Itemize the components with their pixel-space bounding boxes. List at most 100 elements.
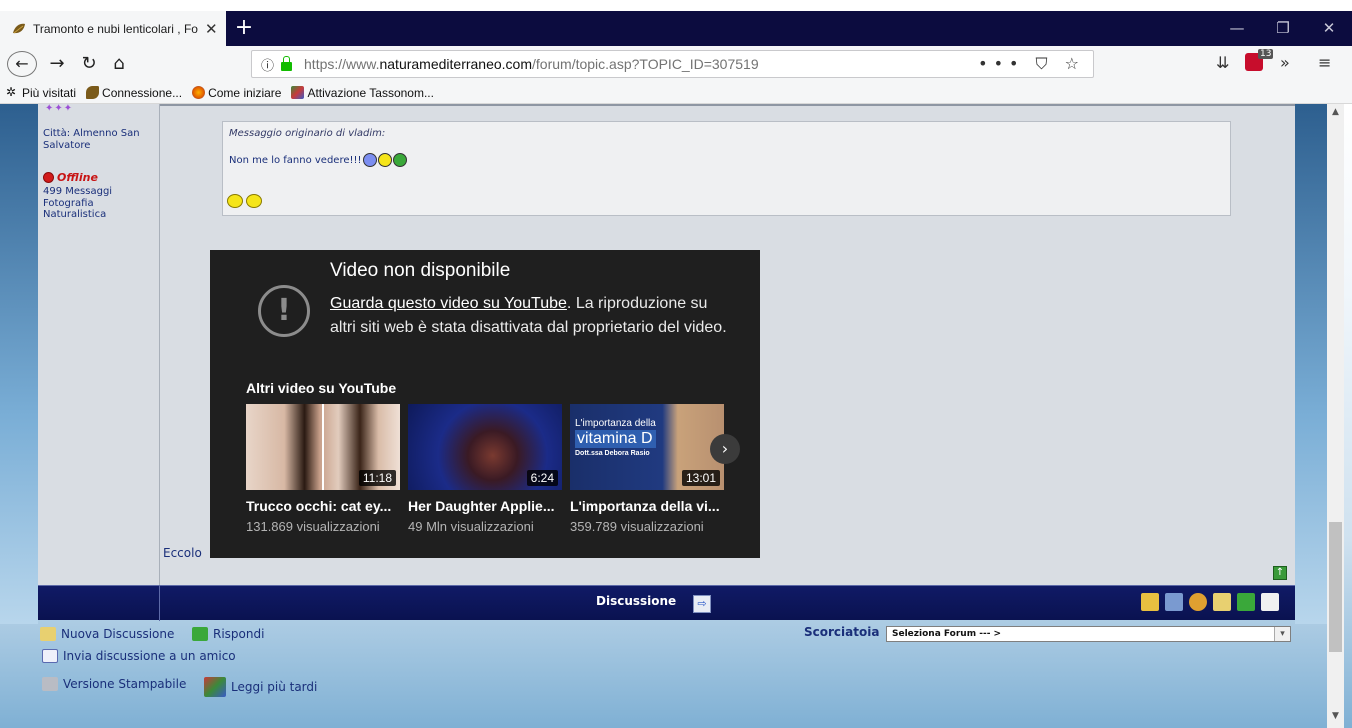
video-views-1: 131.869 visualizzazioni [246,519,380,534]
tab-title: Tramonto e nubi lenticolari , Fo [33,21,198,36]
close-window-button[interactable]: ✕ [1306,11,1352,46]
page-actions-icon[interactable]: ••• ⛉ ☆ [978,54,1085,74]
discussion-bar-separator [159,586,160,621]
video-duration: 6:24 [526,470,558,486]
offline-icon [43,172,54,183]
video-thumbnail-1[interactable]: 11:18 [246,404,400,490]
more-videos-label: Altri video su YouTube [246,380,397,396]
video-title-2[interactable]: Her Daughter Applie... [408,498,562,514]
reply-link[interactable]: Rispondi [192,627,264,641]
new-topic-icon [40,627,56,641]
video-thumbnail-2[interactable]: 6:24 [408,404,562,490]
gear-icon: ✲ [6,85,17,99]
back-button[interactable]: ← [7,51,37,77]
sad-smiley-icon [362,153,377,167]
delete-topic-icon[interactable] [1189,593,1207,611]
info-icon[interactable]: ⓘ [261,55,274,74]
author-city: Città: Almenno San Salvatore [43,128,140,151]
lock-icon[interactable] [281,55,293,71]
scroll-down-icon[interactable]: ▼ [1327,708,1344,725]
wink-smiley-icon [227,194,243,208]
edit-topic-icon[interactable] [1213,593,1231,611]
scrollbar-thumb[interactable] [1329,522,1342,652]
send-icon [42,649,58,663]
leaf-icon [86,86,100,99]
url-text: https://www.naturamediterraneo.com/forum… [304,56,759,72]
forward-button[interactable]: → [42,51,72,77]
bookmark-attivazione-tassonom[interactable]: Attivazione Tassonom... [291,86,434,100]
video-views-3: 359.789 visualizzazioni [570,519,704,534]
quote-header: Messaggio originario di vladim: [229,128,386,139]
new-tab-button[interactable]: + [232,14,256,42]
video-duration: 11:18 [358,470,396,486]
tab-close-icon[interactable]: ✕ [205,20,218,38]
bookmarks-toolbar: ✲ Più visitati Connessione... Come inizi… [0,82,1352,104]
read-later-icon [204,677,226,697]
url-bar[interactable]: ⓘ https://www.naturamediterraneo.com/for… [251,50,1094,78]
discussion-label: Discussione [596,594,677,608]
bookmark-come-iniziare[interactable]: Come iniziare [192,86,281,100]
topic-tools [1141,593,1285,611]
youtube-embed[interactable]: ! Video non disponibile Guarda questo vi… [210,250,760,558]
topic-icon[interactable] [1165,593,1183,611]
discussion-bar: Discussione ⇨ [38,585,1295,621]
minimize-button[interactable]: — [1214,11,1260,46]
next-videos-button[interactable]: › [710,434,740,464]
post-trailing-text: Eccolo [163,546,202,560]
author-info: 499 Messaggi Fotografia Naturalistica [43,186,113,220]
rank-stars-icon: ✦✦✦ [45,104,74,114]
home-button[interactable]: ⌂ [104,51,134,77]
bookmark-connessione[interactable]: Connessione... [86,86,182,100]
overflow-menu-icon[interactable]: » [1280,53,1290,72]
reload-button[interactable]: ↻ [74,51,104,77]
go-to-topic-icon[interactable]: ⇨ [693,595,711,613]
checklist-icon[interactable] [1261,593,1279,611]
post-divider [160,104,1295,106]
printable-version-link[interactable]: Versione Stampabile [42,677,186,691]
page-viewport: ✦✦✦ Città: Almenno San Salvatore Offline… [0,104,1352,728]
thumbnail-caption: L'importanza della vitamina D Dott.ssa D… [575,418,656,457]
adblock-badge: 13 [1258,49,1274,59]
video-unavailable-title: Video non disponibile [330,260,511,281]
watch-on-youtube-link[interactable]: Guarda questo video su YouTube [330,295,567,312]
library-icon[interactable]: ⇊ [1216,53,1229,72]
folder-icon[interactable] [1141,593,1159,611]
quote-smilies [227,194,265,208]
chevron-down-icon[interactable]: ▾ [1274,627,1290,641]
video-title-1[interactable]: Trucco occhi: cat ey... [246,498,400,514]
video-unavailable-message: Guarda questo video su YouTube. La ripro… [330,295,727,336]
quote-box: Messaggio originario di vladim: Non me l… [222,121,1231,216]
back-to-top-icon[interactable]: ↑ [1273,566,1287,580]
read-later-link[interactable]: Leggi più tardi [204,677,317,697]
forum-select[interactable]: Seleziona Forum --- > ▾ [886,626,1291,642]
hamburger-menu-icon[interactable]: ≡ [1318,53,1331,72]
browser-tab-active[interactable]: Tramonto e nubi lenticolari , Fo ✕ [0,11,226,46]
quote-text: Non me lo fanno vedere!!! [229,153,407,167]
reply-topic-icon[interactable] [1237,593,1255,611]
reply-icon [192,627,208,641]
wink-smiley-icon [246,194,262,208]
video-views-2: 49 Mln visualizzazioni [408,519,534,534]
leaf-favicon-icon [11,21,27,37]
scroll-up-icon[interactable]: ▲ [1327,104,1344,121]
printer-icon [42,677,58,691]
video-title-3[interactable]: L'importanza della vi... [570,498,724,514]
video-duration: 13:01 [681,470,720,486]
grid-icon [291,86,305,99]
new-topic-link[interactable]: Nuova Discussione [40,627,174,641]
send-to-friend-link[interactable]: Invia discussione a un amico [42,649,236,663]
confused-smiley-icon [377,153,392,167]
shortcut-label: Scorciatoia [804,625,880,639]
restore-button[interactable]: ❐ [1260,11,1306,46]
vertical-scrollbar[interactable]: ▲ ▼ [1327,104,1344,728]
page-border-right [1295,104,1327,624]
alert-icon: ! [258,285,310,337]
navigation-toolbar: ← → ↻ ⌂ ⓘ https://www.naturamediterraneo… [0,46,1352,82]
video-thumbnail-3[interactable]: L'importanza della vitamina D Dott.ssa D… [570,404,724,490]
page-border-left [0,104,38,624]
tab-bar: Tramonto e nubi lenticolari , Fo ✕ + — ❐… [0,11,1352,46]
author-status: Offline [43,171,98,184]
bookmark-piu-visitati[interactable]: ✲ Più visitati [6,86,76,100]
angry-smiley-icon [392,153,407,167]
firefox-icon [192,86,206,99]
